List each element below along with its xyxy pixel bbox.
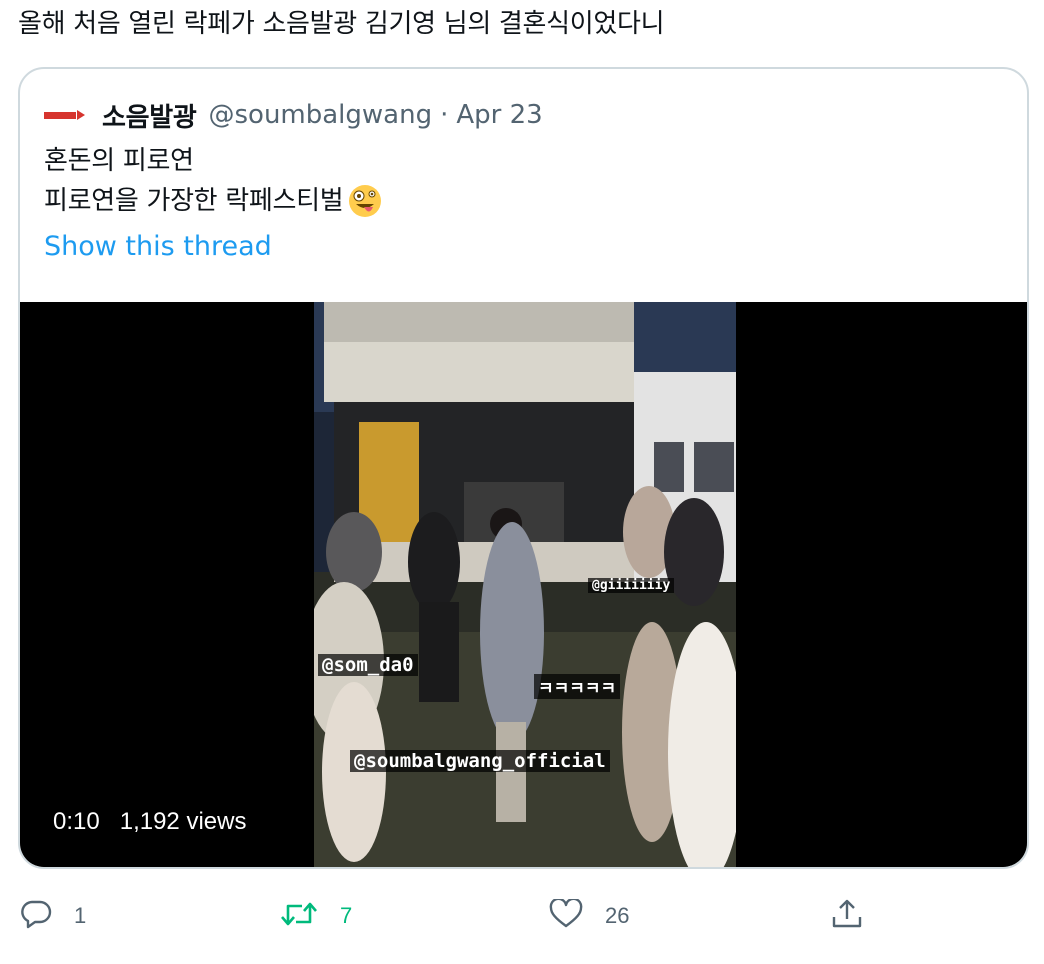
video-views: 1,192 views [119, 808, 247, 835]
tweet-text: 올해 처음 열린 락페가 소음발광 김기영 님의 결혼식이었다니 [18, 9, 665, 39]
share-icon [830, 898, 864, 934]
account-avatar-logo[interactable] [44, 106, 86, 124]
quote-line: 피로연을 가장한 락페스티벌 [44, 181, 383, 221]
heart-icon [549, 897, 583, 933]
quote-line-text: 피로연을 가장한 락페스티벌 [44, 186, 344, 216]
username-sticker-official: @soumbalgwang_official [350, 750, 610, 772]
quote-tweet-card[interactable]: 소음발광 @soumbalgwang · Apr 23 혼돈의 피로연 피로연을… [18, 67, 1029, 869]
username-sticker-som-da0: @som_da0 [318, 654, 418, 676]
video-player[interactable]: @giiiiiiiy @som_da0 ㅋㅋㅋㅋㅋ @soumbalgwang_… [20, 302, 1027, 867]
reply-icon [20, 899, 52, 933]
reply-button[interactable]: 1 [20, 888, 86, 944]
retweet-icon [280, 899, 318, 933]
video-info-overlay: 0:10 1,192 views [53, 808, 246, 836]
show-thread-link[interactable]: Show this thread [44, 231, 272, 262]
retweet-count: 7 [340, 903, 353, 928]
quote-header: 소음발광 @soumbalgwang · Apr 23 [44, 95, 543, 135]
separator-dot: · [440, 100, 449, 130]
like-button[interactable]: 26 [549, 888, 629, 944]
retweet-button[interactable]: 7 [280, 888, 352, 944]
quote-author-handle[interactable]: @soumbalgwang [208, 100, 432, 130]
tweet-actions: 1 7 26 [0, 888, 1044, 948]
quote-author-name[interactable]: 소음발광 [102, 97, 197, 134]
reply-count: 1 [74, 903, 87, 928]
laughing-sticker: ㅋㅋㅋㅋㅋ [534, 674, 621, 699]
username-sticker-giiiiiiiiy: @giiiiiiiy [588, 578, 675, 593]
quote-date[interactable]: Apr 23 [456, 100, 542, 130]
video-frame[interactable]: @giiiiiiiy @som_da0 ㅋㅋㅋㅋㅋ @soumbalgwang_… [314, 302, 736, 867]
share-button[interactable] [830, 888, 864, 944]
zany-face-emoji-icon [347, 183, 383, 219]
like-count: 26 [605, 903, 630, 928]
video-time: 0:10 [53, 808, 100, 835]
quote-body: 혼돈의 피로연 피로연을 가장한 락페스티벌 [44, 141, 383, 221]
quote-line: 혼돈의 피로연 [44, 146, 194, 176]
